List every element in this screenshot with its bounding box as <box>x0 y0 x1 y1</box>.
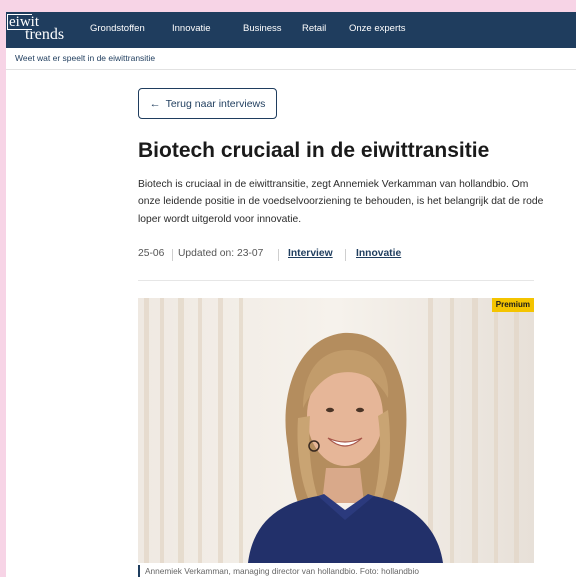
tag-interview[interactable]: Interview <box>288 248 333 259</box>
premium-badge: Premium <box>491 298 534 312</box>
photo-caption: Annemiek Verkamman, managing director va… <box>138 565 538 577</box>
article-photo: Premium <box>138 298 534 563</box>
publish-date: 25-06 <box>138 248 165 259</box>
nav-item-onze-experts[interactable]: Onze experts <box>349 23 406 35</box>
meta-divider <box>278 249 279 261</box>
nav-item-retail[interactable]: Retail <box>302 23 326 35</box>
article-title: Biotech cruciaal in de eiwittransitie <box>138 139 490 162</box>
logo-line-2: trends <box>25 26 65 43</box>
back-button-label: Terug naar interviews <box>165 97 266 110</box>
nav-item-innovatie[interactable]: Innovatie <box>172 23 211 35</box>
updated-date: Updated on: 23-07 <box>178 248 264 259</box>
page-frame: eiwit trends Grondstoffen Innovatie Busi… <box>6 12 576 577</box>
meta-divider <box>345 249 346 261</box>
tag-innovatie[interactable]: Innovatie <box>356 248 401 259</box>
site-logo[interactable]: eiwit trends <box>7 14 69 44</box>
tagline-text: Weet wat er speelt in de eiwittransitie <box>15 53 156 63</box>
article-lead: Biotech is cruciaal in de eiwittransitie… <box>138 179 544 225</box>
top-navigation: eiwit trends Grondstoffen Innovatie Busi… <box>6 12 576 48</box>
arrow-left-icon: ← <box>149 97 161 110</box>
meta-divider <box>172 249 173 261</box>
back-to-interviews-button[interactable]: ← Terug naar interviews <box>138 88 277 119</box>
nav-item-grondstoffen[interactable]: Grondstoffen <box>90 23 145 35</box>
divider <box>138 280 534 281</box>
tagline-bar: Weet wat er speelt in de eiwittransitie <box>6 48 576 70</box>
portrait-image <box>138 298 534 563</box>
article-meta: 25-06 Updated on: 23-07 Interview Innova… <box>138 248 538 264</box>
nav-item-business[interactable]: Business <box>243 23 282 35</box>
